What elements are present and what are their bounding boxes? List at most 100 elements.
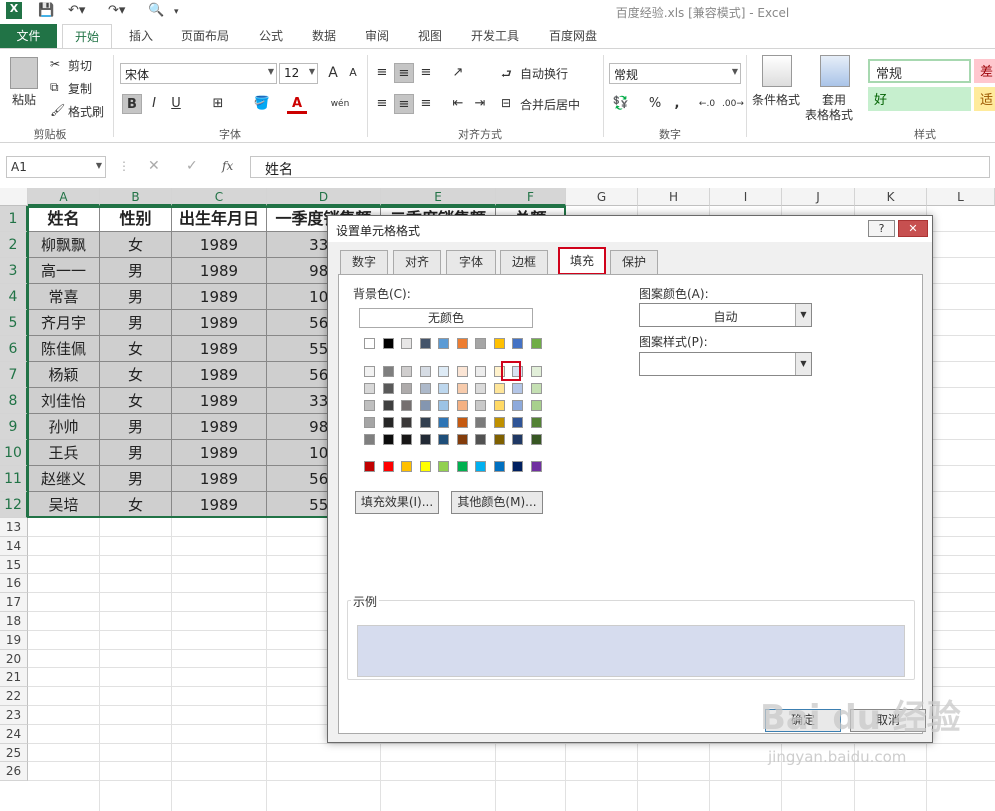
row-header[interactable]: 16: [0, 574, 28, 594]
color-swatch[interactable]: [401, 461, 412, 472]
row-header[interactable]: 25: [0, 743, 28, 763]
row-header[interactable]: 26: [0, 762, 28, 782]
column-header[interactable]: J: [782, 188, 855, 206]
color-swatch[interactable]: [364, 400, 375, 411]
color-swatch[interactable]: [530, 400, 542, 411]
color-swatch[interactable]: [512, 338, 523, 349]
color-swatch[interactable]: [493, 383, 505, 394]
color-swatch[interactable]: [456, 338, 468, 349]
color-swatch[interactable]: [419, 383, 431, 394]
color-swatch[interactable]: [493, 434, 505, 445]
column-header[interactable]: H: [638, 188, 710, 206]
row-header[interactable]: 3: [0, 258, 28, 284]
color-swatch[interactable]: [530, 366, 542, 377]
cut-icon[interactable]: ✂: [50, 57, 60, 71]
underline-button[interactable]: U: [166, 94, 186, 114]
tab-view[interactable]: 视图: [409, 24, 451, 48]
tab-protection[interactable]: 保护: [610, 250, 658, 274]
fill-color-icon[interactable]: 🪣: [252, 94, 272, 114]
color-swatch[interactable]: [438, 417, 449, 428]
color-swatch[interactable]: [456, 434, 468, 445]
column-header[interactable]: F: [496, 188, 566, 206]
color-swatch[interactable]: [364, 461, 375, 472]
color-swatch[interactable]: [456, 417, 468, 428]
color-swatch[interactable]: [401, 400, 412, 411]
cut-button[interactable]: 剪切: [68, 57, 92, 74]
font-size-combo[interactable]: 12 ▼: [279, 63, 318, 84]
color-swatch[interactable]: [419, 338, 431, 349]
color-swatch[interactable]: [475, 400, 486, 411]
tab-number[interactable]: 数字: [340, 250, 388, 274]
color-swatch[interactable]: [456, 383, 468, 394]
row-header[interactable]: 1: [0, 206, 28, 232]
row-header[interactable]: 23: [0, 706, 28, 725]
tab-home[interactable]: 开始: [62, 24, 112, 48]
phonetic-button[interactable]: wén: [330, 94, 350, 114]
cancel-icon[interactable]: ✕: [148, 158, 160, 174]
paste-button[interactable]: 粘贴: [12, 91, 36, 108]
column-header[interactable]: E: [381, 188, 496, 206]
column-header[interactable]: B: [100, 188, 172, 206]
format-as-table-icon[interactable]: [820, 55, 850, 87]
color-swatch[interactable]: [530, 417, 542, 428]
pattern-style-combo[interactable]: ▼: [639, 352, 812, 376]
color-swatch[interactable]: [456, 400, 468, 411]
conditional-format-icon[interactable]: [762, 55, 792, 87]
row-header[interactable]: 19: [0, 630, 28, 650]
tab-baidu-disk[interactable]: 百度网盘: [540, 24, 606, 48]
row-header[interactable]: 8: [0, 388, 28, 414]
color-swatch[interactable]: [512, 400, 523, 411]
style-bad[interactable]: 差: [974, 59, 995, 83]
color-swatch[interactable]: [456, 461, 468, 472]
align-bottom-icon[interactable]: ≡: [416, 63, 436, 83]
color-swatch[interactable]: [456, 366, 468, 377]
color-swatch[interactable]: [475, 417, 486, 428]
column-header[interactable]: K: [855, 188, 927, 206]
row-header[interactable]: 7: [0, 362, 28, 388]
row-header[interactable]: 4: [0, 284, 28, 310]
color-swatch[interactable]: [512, 434, 523, 445]
color-swatch[interactable]: [493, 461, 505, 472]
color-swatch[interactable]: [382, 461, 394, 472]
name-box[interactable]: A1 ▼: [6, 156, 106, 178]
format-painter-icon[interactable]: 🖌: [50, 103, 65, 117]
align-right-icon[interactable]: ≡: [416, 94, 436, 114]
color-swatch[interactable]: [364, 338, 375, 349]
color-swatch[interactable]: [382, 366, 394, 377]
row-header[interactable]: 2: [0, 232, 28, 258]
row-header[interactable]: 20: [0, 649, 28, 669]
column-header[interactable]: A: [28, 188, 100, 206]
tab-data[interactable]: 数据: [303, 24, 345, 48]
bold-button[interactable]: B: [122, 94, 142, 114]
enter-icon[interactable]: ✓: [186, 158, 198, 174]
conditional-format-button[interactable]: 条件格式: [752, 91, 800, 108]
color-swatch[interactable]: [530, 383, 542, 394]
color-swatch[interactable]: [475, 338, 486, 349]
tab-font[interactable]: 字体: [446, 250, 496, 274]
row-header[interactable]: 22: [0, 687, 28, 706]
no-color-button[interactable]: 无颜色: [359, 308, 533, 328]
paste-icon[interactable]: [10, 57, 38, 89]
orientation-icon[interactable]: ↗: [448, 63, 468, 83]
row-header[interactable]: 15: [0, 555, 28, 575]
row-header[interactable]: 10: [0, 440, 28, 466]
grow-font-button[interactable]: A: [323, 63, 343, 83]
color-swatch[interactable]: [438, 383, 449, 394]
color-swatch[interactable]: [382, 417, 394, 428]
row-header[interactable]: 6: [0, 336, 28, 362]
font-color-icon[interactable]: A: [287, 94, 307, 114]
tab-developer[interactable]: 开发工具: [462, 24, 528, 48]
color-swatch[interactable]: [475, 383, 486, 394]
color-swatch[interactable]: [401, 417, 412, 428]
color-swatch[interactable]: [419, 434, 431, 445]
color-swatch[interactable]: [512, 461, 523, 472]
row-header[interactable]: 9: [0, 414, 28, 440]
color-swatch[interactable]: [530, 461, 542, 472]
tab-alignment[interactable]: 对齐: [393, 250, 441, 274]
italic-button[interactable]: I: [144, 94, 164, 114]
color-swatch[interactable]: [475, 366, 486, 377]
color-swatch[interactable]: [475, 434, 486, 445]
color-swatch[interactable]: [401, 383, 412, 394]
row-header[interactable]: 21: [0, 668, 28, 688]
tab-page-layout[interactable]: 页面布局: [172, 24, 238, 48]
